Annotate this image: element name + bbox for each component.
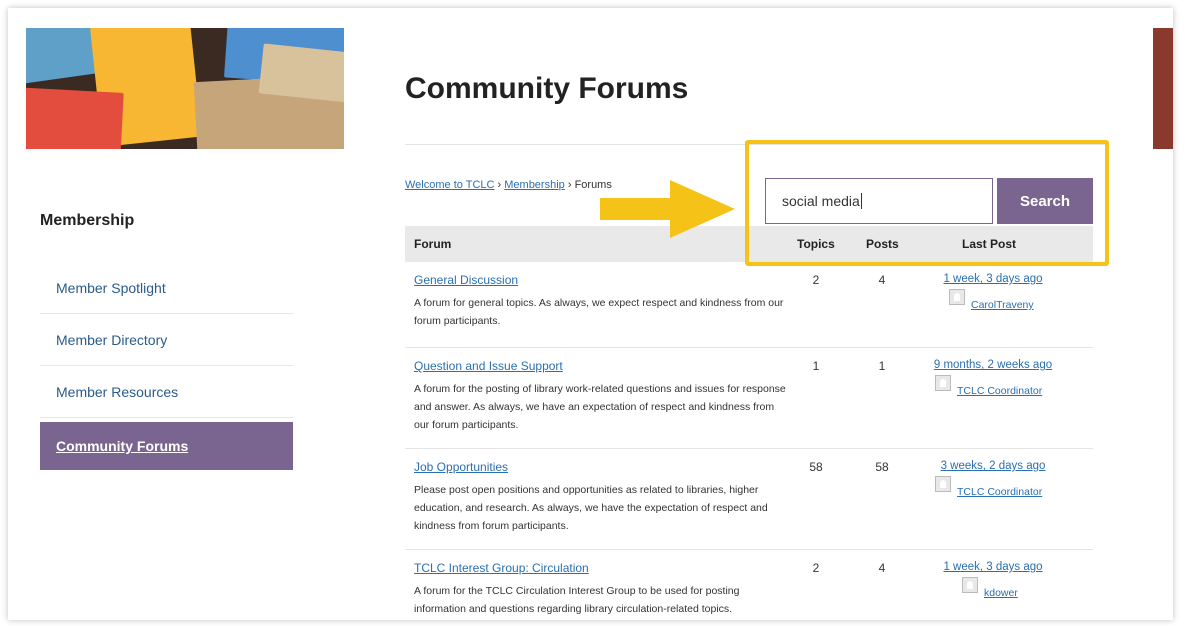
sticky-notes-banner-image xyxy=(26,28,344,149)
posts-count: 1 xyxy=(878,359,886,373)
user-link[interactable]: kdower xyxy=(984,587,1018,599)
last-post-user[interactable]: TCLC Coordinator xyxy=(935,375,1042,397)
forum-link[interactable]: TCLC Interest Group: Circulation xyxy=(414,561,589,575)
avatar xyxy=(949,289,965,305)
user-link[interactable]: TCLC Coordinator xyxy=(957,486,1042,498)
forum-description: A forum for the TCLC Circulation Interes… xyxy=(414,585,740,615)
forum-description: A forum for general topics. As always, w… xyxy=(414,297,784,327)
topics-count: 1 xyxy=(812,359,820,373)
topics-count: 2 xyxy=(812,561,820,575)
forum-table-body: General Discussion A forum for general t… xyxy=(405,262,1093,620)
yellow-arrow-icon xyxy=(600,180,735,238)
avatar xyxy=(935,375,951,391)
sidebar-item-member-directory[interactable]: Member Directory xyxy=(40,314,293,366)
search-highlight-box xyxy=(745,140,1109,266)
breadcrumb: Welcome to TCLC › Membership › Forums xyxy=(405,179,612,191)
topics-count: 2 xyxy=(812,273,820,287)
last-post-link[interactable]: 1 week, 3 days ago xyxy=(918,273,1068,285)
last-post-user[interactable]: kdower xyxy=(962,577,1018,599)
breadcrumb-membership-link[interactable]: Membership xyxy=(504,179,565,191)
topics-count: 58 xyxy=(809,460,823,474)
last-post-user[interactable]: TCLC Coordinator xyxy=(935,476,1042,498)
posts-count: 4 xyxy=(878,561,886,575)
last-post-user[interactable]: CarolTraveny xyxy=(949,289,1034,311)
column-header-forum: Forum xyxy=(414,237,452,251)
forum-link[interactable]: Question and Issue Support xyxy=(414,359,563,373)
forum-description: Please post open positions and opportuni… xyxy=(414,484,768,532)
table-row: Question and Issue Support A forum for t… xyxy=(405,348,1093,449)
banner-image-edge xyxy=(1153,28,1173,149)
sidebar-item-member-spotlight[interactable]: Member Spotlight xyxy=(40,262,293,314)
page-frame: Membership Member Spotlight Member Direc… xyxy=(8,8,1173,620)
breadcrumb-home-link[interactable]: Welcome to TCLC xyxy=(405,179,494,191)
page-title: Community Forums xyxy=(405,72,689,105)
forum-description: A forum for the posting of library work-… xyxy=(414,383,786,431)
user-link[interactable]: TCLC Coordinator xyxy=(957,385,1042,397)
sidebar-title: Membership xyxy=(40,212,135,229)
table-row: TCLC Interest Group: Circulation A forum… xyxy=(405,550,1093,620)
last-post-link[interactable]: 1 week, 3 days ago xyxy=(918,561,1068,573)
last-post-link[interactable]: 3 weeks, 2 days ago xyxy=(918,460,1068,472)
last-post-link[interactable]: 9 months, 2 weeks ago xyxy=(918,359,1068,371)
posts-count: 4 xyxy=(878,273,886,287)
forum-link[interactable]: Job Opportunities xyxy=(414,460,508,474)
avatar xyxy=(935,476,951,492)
user-link[interactable]: CarolTraveny xyxy=(971,299,1034,311)
breadcrumb-separator: › xyxy=(564,179,575,191)
sidebar-item-community-forums[interactable]: Community Forums xyxy=(40,422,293,470)
forum-link[interactable]: General Discussion xyxy=(414,273,518,287)
sidebar-menu: Member Spotlight Member Directory Member… xyxy=(40,262,293,470)
avatar xyxy=(962,577,978,593)
breadcrumb-separator: › xyxy=(494,179,505,191)
sidebar-item-member-resources[interactable]: Member Resources xyxy=(40,366,293,418)
table-row: General Discussion A forum for general t… xyxy=(405,262,1093,348)
table-row: Job Opportunities Please post open posit… xyxy=(405,449,1093,550)
posts-count: 58 xyxy=(875,460,889,474)
